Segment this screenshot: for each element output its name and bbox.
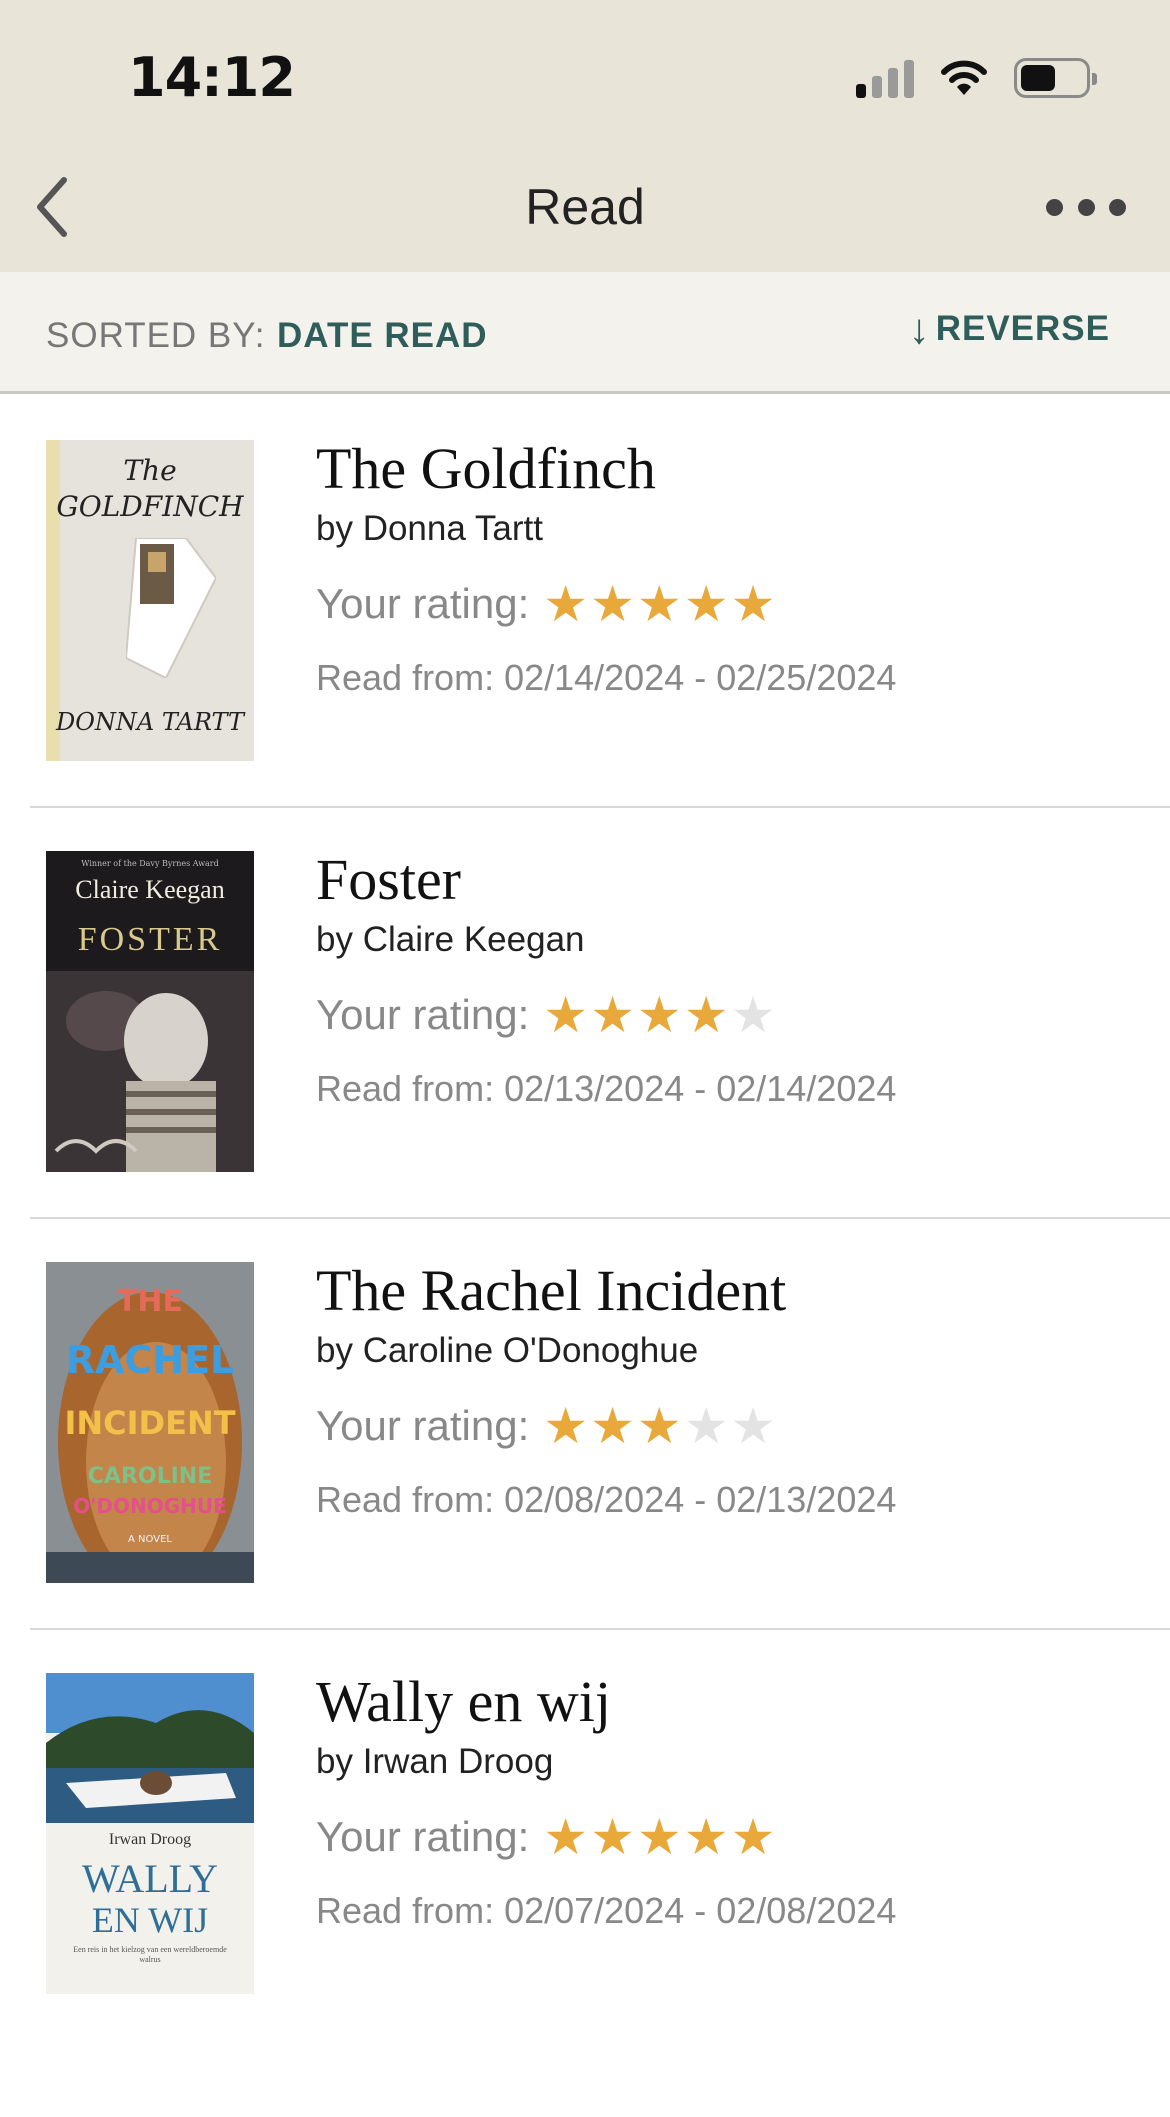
rating-label: Your rating: bbox=[316, 1402, 530, 1449]
rating-label: Your rating: bbox=[316, 1813, 530, 1860]
read-dates: Read from: 02/14/2024 - 02/25/2024 bbox=[316, 657, 897, 698]
star-empty-icon[interactable]: ★ bbox=[731, 990, 776, 1040]
cover-text: DONNA TARTT bbox=[55, 708, 244, 736]
cover-text: WALLY bbox=[82, 1856, 218, 1901]
star-rating[interactable]: ★ ★ ★ ★ ★ bbox=[543, 1401, 775, 1451]
cover-illustration bbox=[46, 1673, 254, 1823]
book-author[interactable]: by Donna Tartt bbox=[316, 509, 896, 549]
star-filled-icon[interactable]: ★ bbox=[590, 1401, 635, 1451]
book-title[interactable]: The Goldfinch bbox=[316, 437, 896, 501]
star-filled-icon[interactable]: ★ bbox=[684, 579, 729, 629]
cover-illustration bbox=[46, 971, 254, 1172]
book-info: The Rachel Incident by Caroline O'Donogh… bbox=[316, 1259, 896, 1521]
star-empty-icon[interactable]: ★ bbox=[731, 1401, 776, 1451]
navigation-bar: Read bbox=[0, 160, 1170, 260]
star-filled-icon[interactable]: ★ bbox=[731, 1812, 776, 1862]
book-row[interactable]: THE RACHEL INCIDENT CAROLINE O'DONOGHUE … bbox=[0, 1219, 1170, 1630]
sort-bar: SORTED BY: DATE READ ↓ REVERSE bbox=[0, 272, 1170, 394]
cover-text: Een reis in het kielzog van een wereldbe… bbox=[73, 1945, 227, 1964]
book-title[interactable]: Foster bbox=[316, 848, 896, 912]
star-filled-icon[interactable]: ★ bbox=[543, 579, 588, 629]
star-filled-icon[interactable]: ★ bbox=[543, 990, 588, 1040]
cellular-signal-icon bbox=[856, 58, 914, 98]
star-filled-icon[interactable]: ★ bbox=[684, 990, 729, 1040]
star-rating[interactable]: ★ ★ ★ ★ ★ bbox=[543, 579, 775, 629]
status-icons bbox=[856, 58, 1097, 98]
battery-icon bbox=[1014, 58, 1097, 98]
page-title: Read bbox=[525, 179, 645, 235]
star-filled-icon[interactable]: ★ bbox=[637, 579, 682, 629]
star-filled-icon[interactable]: ★ bbox=[637, 1812, 682, 1862]
status-time: 14:12 bbox=[128, 46, 296, 109]
more-options-button[interactable] bbox=[1046, 182, 1126, 232]
rating-row: Your rating: ★ ★ ★ ★ ★ bbox=[316, 990, 896, 1040]
rating-row: Your rating: ★ ★ ★ ★ ★ bbox=[316, 579, 896, 629]
cover-text: Irwan Droog bbox=[108, 1831, 192, 1848]
book-row[interactable]: The GOLDFINCH DONNA TARTT The Goldfinch … bbox=[0, 397, 1170, 808]
cover-text: GOLDFINCH bbox=[56, 490, 244, 523]
wifi-icon bbox=[941, 60, 987, 95]
star-rating[interactable]: ★ ★ ★ ★ ★ bbox=[543, 990, 775, 1040]
star-filled-icon[interactable]: ★ bbox=[590, 1812, 635, 1862]
cover-text: The bbox=[123, 454, 177, 487]
cover-text: THE bbox=[116, 1284, 184, 1319]
book-cover[interactable]: The GOLDFINCH DONNA TARTT bbox=[46, 440, 254, 761]
book-info: The Goldfinch by Donna Tartt Your rating… bbox=[316, 437, 896, 699]
read-dates: Read from: 02/08/2024 - 02/13/2024 bbox=[316, 1479, 897, 1520]
arrow-down-icon: ↓ bbox=[908, 305, 930, 352]
cover-text: Claire Keegan bbox=[75, 875, 225, 904]
book-cover[interactable]: THE RACHEL INCIDENT CAROLINE O'DONOGHUE … bbox=[46, 1262, 254, 1583]
book-author[interactable]: by Caroline O'Donoghue bbox=[316, 1331, 896, 1371]
ellipsis-dot bbox=[1046, 198, 1063, 216]
reverse-sort-button[interactable]: ↓ REVERSE bbox=[909, 308, 1110, 350]
star-filled-icon[interactable]: ★ bbox=[637, 1401, 682, 1451]
book-info: Wally en wij by Irwan Droog Your rating:… bbox=[316, 1670, 896, 1932]
book-row[interactable]: Winner of the Davy Byrnes Award Claire K… bbox=[0, 808, 1170, 1219]
sort-label: SORTED BY: bbox=[46, 316, 266, 355]
cover-text: EN WIJ bbox=[91, 1900, 209, 1940]
cover-text: INCIDENT bbox=[64, 1404, 236, 1442]
book-author[interactable]: by Irwan Droog bbox=[316, 1742, 896, 1782]
book-row[interactable]: Irwan Droog WALLY EN WIJ Een reis in het… bbox=[0, 1630, 1170, 2041]
book-author[interactable]: by Claire Keegan bbox=[316, 920, 896, 960]
star-filled-icon[interactable]: ★ bbox=[731, 579, 776, 629]
cover-text: CAROLINE bbox=[87, 1464, 213, 1489]
book-title[interactable]: Wally en wij bbox=[316, 1670, 896, 1734]
reverse-label: REVERSE bbox=[935, 309, 1110, 348]
star-filled-icon[interactable]: ★ bbox=[543, 1401, 588, 1451]
ellipsis-dot bbox=[1077, 198, 1095, 216]
ellipsis-dot bbox=[1109, 198, 1126, 216]
star-filled-icon[interactable]: ★ bbox=[543, 1812, 588, 1862]
rating-row: Your rating: ★ ★ ★ ★ ★ bbox=[316, 1401, 896, 1451]
star-empty-icon[interactable]: ★ bbox=[684, 1401, 729, 1451]
star-filled-icon[interactable]: ★ bbox=[590, 579, 635, 629]
cover-text: Winner of the Davy Byrnes Award bbox=[81, 859, 219, 868]
rating-row: Your rating: ★ ★ ★ ★ ★ bbox=[316, 1812, 896, 1862]
book-cover[interactable]: Irwan Droog WALLY EN WIJ Een reis in het… bbox=[46, 1673, 254, 1994]
cover-text: FOSTER bbox=[77, 921, 223, 958]
star-rating[interactable]: ★ ★ ★ ★ ★ bbox=[543, 1812, 775, 1862]
book-info: Foster by Claire Keegan Your rating: ★ ★ ★… bbox=[316, 848, 896, 1110]
book-cover[interactable]: Winner of the Davy Byrnes Award Claire K… bbox=[46, 851, 254, 1172]
rating-label: Your rating: bbox=[316, 991, 530, 1038]
read-dates: Read from: 02/07/2024 - 02/08/2024 bbox=[316, 1890, 897, 1931]
cover-illustration bbox=[126, 538, 216, 678]
cover-text: RACHEL bbox=[65, 1338, 235, 1382]
book-list: The GOLDFINCH DONNA TARTT The Goldfinch … bbox=[0, 397, 1170, 2041]
star-filled-icon[interactable]: ★ bbox=[684, 1812, 729, 1862]
star-filled-icon[interactable]: ★ bbox=[590, 990, 635, 1040]
cover-text: O'DONOGHUE bbox=[73, 1494, 227, 1518]
book-title[interactable]: The Rachel Incident bbox=[316, 1259, 896, 1323]
cover-text: A NOVEL bbox=[128, 1534, 172, 1545]
star-filled-icon[interactable]: ★ bbox=[637, 990, 682, 1040]
top-bar: 14:12 Read bbox=[0, 0, 1170, 272]
read-dates: Read from: 02/13/2024 - 02/14/2024 bbox=[316, 1068, 897, 1109]
rating-label: Your rating: bbox=[316, 580, 530, 627]
sort-option-button[interactable]: DATE READ bbox=[277, 316, 488, 356]
